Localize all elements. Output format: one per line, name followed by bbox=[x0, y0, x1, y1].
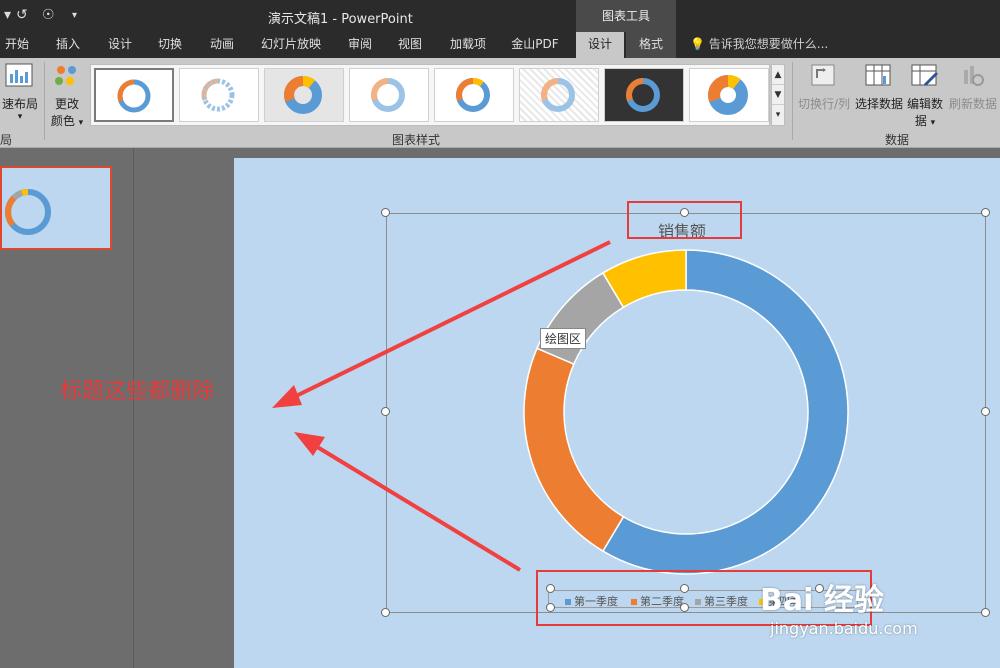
arrowhead-icon bbox=[272, 385, 302, 408]
watermark-url: jingyan.baidu.com bbox=[770, 619, 918, 638]
baidu-jingyan-watermark: Bai 经验 jingyan.baidu.com bbox=[760, 575, 918, 638]
arrow-to-legend bbox=[312, 443, 522, 572]
arrowhead-icon bbox=[294, 432, 325, 456]
watermark-logo: Bai 经验 bbox=[760, 583, 884, 618]
annotation-arrows bbox=[272, 240, 611, 572]
arrow-to-title bbox=[291, 240, 611, 400]
annotation-text: 标题这些都删除 bbox=[60, 379, 215, 404]
